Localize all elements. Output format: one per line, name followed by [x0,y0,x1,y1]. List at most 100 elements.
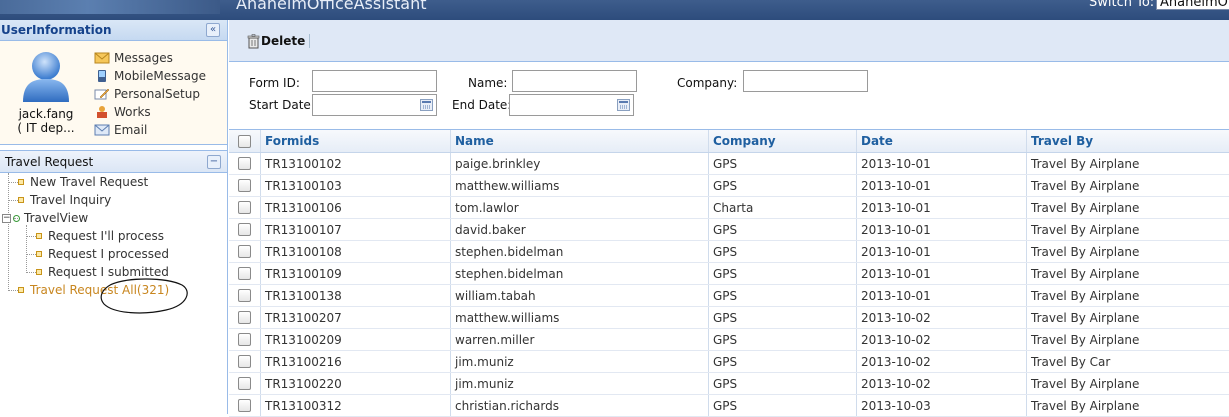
works-link[interactable]: Works [94,103,206,121]
travel-request-header[interactable]: Travel Request − [0,151,227,173]
row-checkbox[interactable] [238,377,251,390]
cell-travel-by: Travel By Airplane [1031,178,1140,193]
calendar-icon[interactable] [420,99,433,111]
cell-formid: TR13100138 [261,285,451,306]
cell-company: GPS [709,153,857,174]
column-header-travel-by[interactable]: Travel By [1027,130,1229,152]
cell-travel-by: Travel By Airplane [1031,398,1140,413]
table-row[interactable]: TR13100102 paige.brinkley GPS 2013-10-01 Tra… [229,153,1229,175]
cell-company: GPS [709,285,857,306]
row-checkbox[interactable] [238,179,251,192]
cell-date: 2013-10-03 [857,395,1027,416]
cell-date: 2013-10-01 [857,219,1027,240]
name-input[interactable] [512,70,637,92]
cell-date: 2013-10-01 [857,197,1027,218]
cell-formid: TR13100209 [261,329,451,350]
end-date-label: End Date: [452,98,512,112]
select-all-checkbox[interactable] [238,134,251,148]
row-checkbox[interactable] [238,201,251,214]
company-input[interactable] [743,70,868,92]
row-checkbox[interactable] [238,245,251,258]
switch-to-label: Switch To: [1089,0,1155,10]
row-checkbox[interactable] [238,355,251,368]
cell-formid: TR13100109 [261,263,451,284]
row-checkbox-cell [229,197,261,218]
tree-item-travel-view[interactable]: − TravelView [2,209,88,227]
table-row[interactable]: TR13100106 tom.lawlor Charta 2013-10-01 Trav… [229,197,1229,219]
table-row[interactable]: TR13100138 william.tabah GPS 2013-10-01 Trav… [229,285,1229,307]
calendar-icon[interactable] [617,99,630,111]
cell-travel-by: Travel By Airplane [1031,156,1140,171]
cell-name: paige.brinkley [451,153,709,174]
column-header-formids[interactable]: Formids [261,130,451,152]
column-header-name[interactable]: Name [451,130,709,152]
tree-collapse-toggle[interactable]: − [2,213,11,223]
cell-name: christian.richards [451,395,709,416]
tree-item-new-travel-request[interactable]: New Travel Request [18,173,148,191]
cell-company: GPS [709,219,857,240]
cell-name: matthew.williams [451,307,709,328]
cell-travel-by: Travel By Airplane [1031,288,1140,303]
cell-name: stephen.bidelman [451,263,709,284]
row-checkbox[interactable] [238,223,251,236]
email-link[interactable]: Email [94,121,206,139]
start-date-input[interactable] [312,94,437,116]
cell-formid: TR13100207 [261,307,451,328]
row-checkbox[interactable] [238,333,251,346]
form-id-input[interactable] [312,70,437,92]
tree-item-request-ill-process[interactable]: Request I'll process [36,227,164,245]
messages-link[interactable]: Messages [94,49,206,67]
cell-company: Charta [709,197,857,218]
table-row[interactable]: TR13100216 jim.muniz GPS 2013-10-02 Travel B… [229,351,1229,373]
collapse-tree-button[interactable]: − [207,155,221,169]
row-checkbox-cell [229,395,261,416]
table-row[interactable]: TR13100109 stephen.bidelman GPS 2013-10-01 T… [229,263,1229,285]
table-row[interactable]: TR13100207 matthew.williams GPS 2013-10-02 T… [229,307,1229,329]
table-row[interactable]: TR13100209 warren.miller GPS 2013-10-02 Trav… [229,329,1229,351]
collapse-sidebar-button[interactable]: « [206,23,220,37]
mobile-message-link[interactable]: MobileMessage [94,67,206,85]
column-header-company[interactable]: Company [709,130,857,152]
table-row[interactable]: TR13100108 stephen.bidelman GPS 2013-10-01 T… [229,241,1229,263]
table-row[interactable]: TR13100107 david.baker GPS 2013-10-01 Travel… [229,219,1229,241]
cell-date: 2013-10-02 [857,307,1027,328]
end-date-input[interactable] [509,94,634,116]
mobile-phone-icon [98,70,106,82]
cell-travel-by: Travel By Airplane [1031,200,1140,215]
cell-formid: TR13100106 [261,197,451,218]
personal-setup-link[interactable]: PersonalSetup [94,85,206,103]
delete-button[interactable]: Delete [247,32,305,50]
row-checkbox[interactable] [238,311,251,324]
user-name: jack.fang ( IT dep... [4,107,88,135]
cell-formid: TR13100220 [261,373,451,394]
tree-item-request-i-processed[interactable]: Request I processed [36,245,169,263]
row-checkbox-cell [229,307,261,328]
tree-item-travel-inquiry[interactable]: Travel Inquiry [18,191,111,209]
personal-setup-link-label: PersonalSetup [114,87,200,101]
column-header-date[interactable]: Date [857,130,1027,152]
cell-travel-by: Travel By Airplane [1031,332,1140,347]
toolbar-separator [309,34,310,48]
delete-button-label: Delete [261,34,306,48]
cell-company: GPS [709,241,857,262]
works-link-label: Works [114,105,151,119]
row-checkbox-cell [229,241,261,262]
user-department: ( IT dep... [17,121,75,135]
tree-leaf-icon [36,233,42,239]
switch-to-select[interactable]: AnaheimOf [1156,0,1229,10]
cell-name: stephen.bidelman [451,241,709,262]
row-checkbox[interactable] [238,157,251,170]
row-checkbox[interactable] [238,399,251,412]
row-checkbox[interactable] [238,289,251,302]
hand-drawn-circle-annotation [100,278,188,314]
avatar [23,52,69,102]
row-checkbox[interactable] [238,267,251,280]
grid-body: TR13100102 paige.brinkley GPS 2013-10-01 Tra… [229,153,1229,417]
table-row[interactable]: TR13100103 matthew.williams GPS 2013-10-01 T… [229,175,1229,197]
cell-travel-by: Travel By Airplane [1031,310,1140,325]
name-label: Name: [468,76,508,90]
row-checkbox-cell [229,285,261,306]
cell-name: matthew.williams [451,175,709,196]
cell-formid: TR13100103 [261,175,451,196]
table-row[interactable]: TR13100220 jim.muniz GPS 2013-10-02 Travel B… [229,373,1229,395]
